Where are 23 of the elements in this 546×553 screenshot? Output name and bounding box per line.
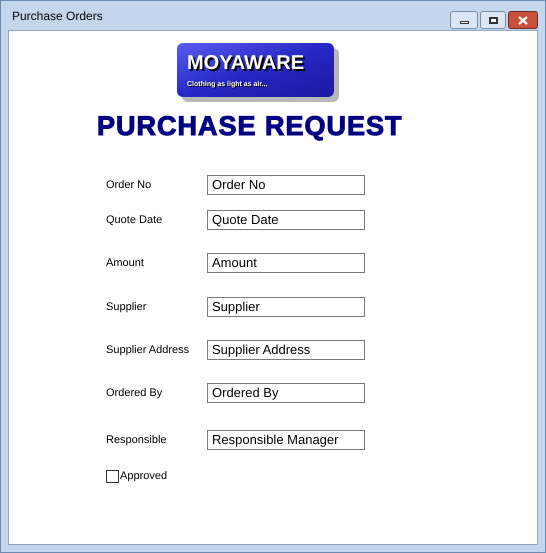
page-heading: PURCHASE REQUEST <box>97 113 403 140</box>
text-field[interactable]: Amount <box>207 253 365 273</box>
field-label: Amount <box>106 256 145 271</box>
field-label: Quote Date <box>106 212 164 228</box>
field-label: Supplier Address <box>106 342 190 358</box>
approved-checkbox[interactable] <box>106 470 119 483</box>
minimize-button[interactable] <box>450 11 478 29</box>
logo-name: MOYAWARE <box>187 52 306 72</box>
text-field[interactable]: Ordered By <box>207 383 365 403</box>
close-button[interactable] <box>508 11 538 29</box>
window-title: Purchase Orders <box>11 8 103 24</box>
field-label: Order No <box>106 178 152 193</box>
text-field[interactable]: Quote Date <box>207 210 365 230</box>
text-field[interactable]: Order No <box>207 175 365 195</box>
checkbox-label: Approved <box>120 469 168 484</box>
close-icon <box>518 16 528 24</box>
field-label: Ordered By <box>106 386 164 401</box>
maximize-button[interactable] <box>480 11 506 29</box>
text-field[interactable]: Supplier <box>207 297 365 317</box>
text-field[interactable]: Responsible Manager <box>207 430 365 450</box>
field-label: Supplier <box>106 300 148 315</box>
field-label: Responsible <box>106 432 168 448</box>
text-field[interactable]: Supplier Address <box>207 340 365 360</box>
